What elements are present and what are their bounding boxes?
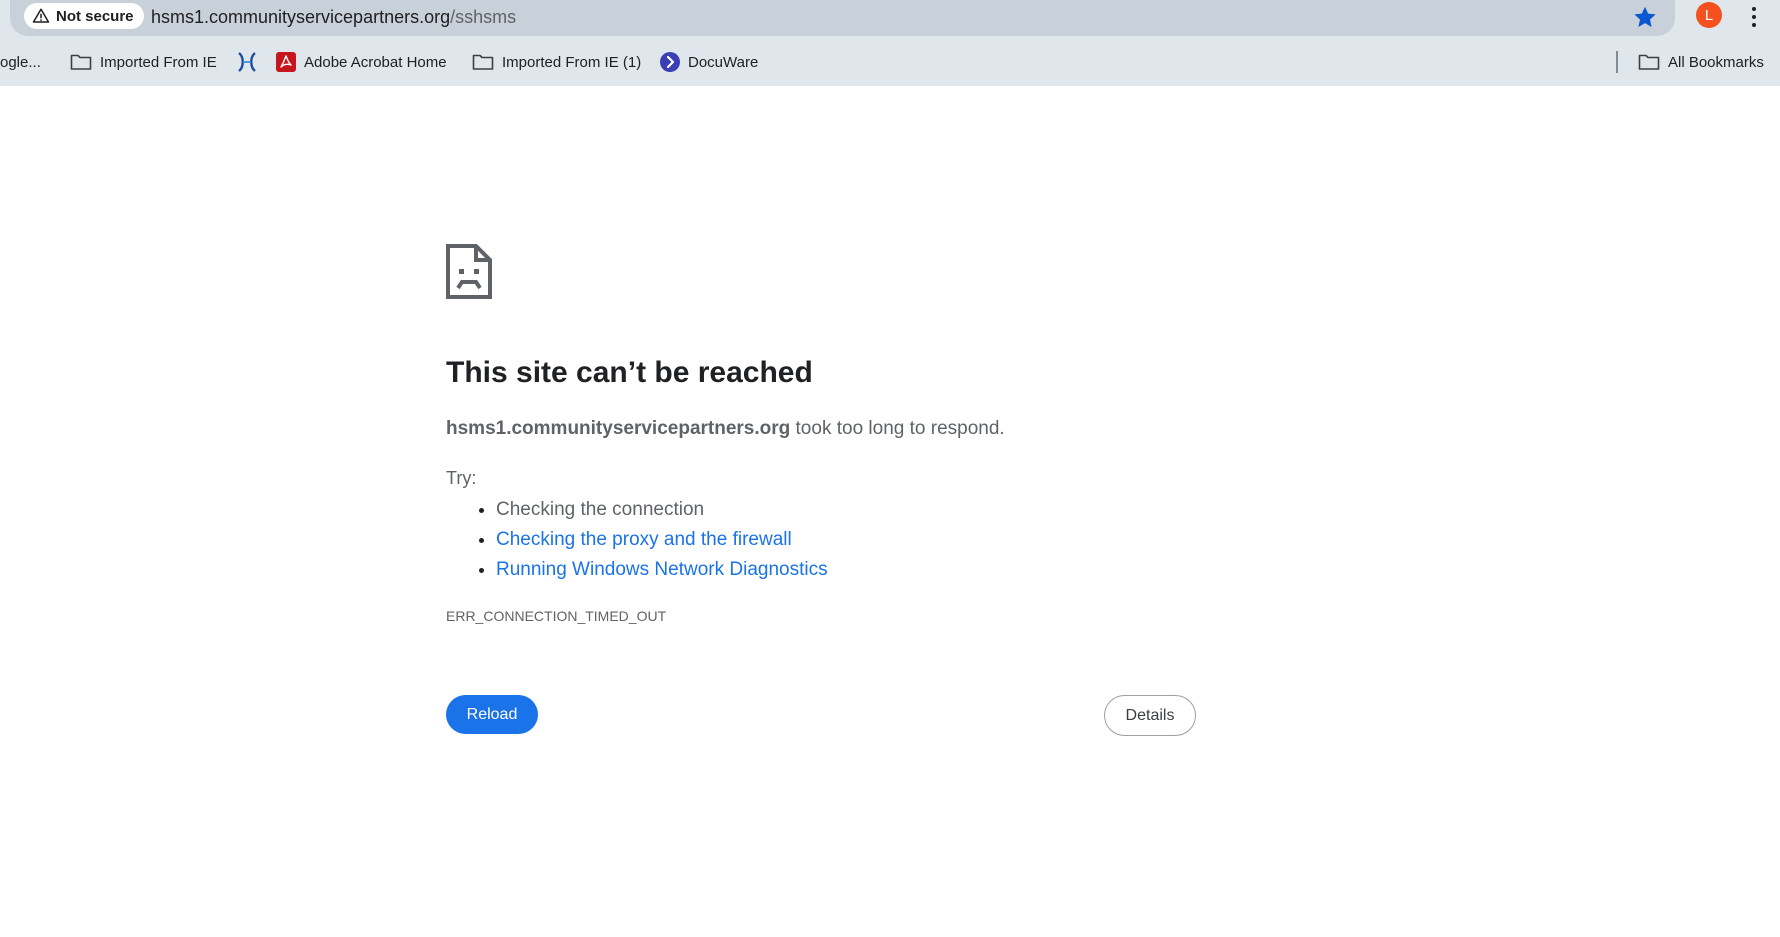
bookmark-label: Imported From IE (1) xyxy=(502,53,642,71)
warning-triangle-icon xyxy=(32,8,50,23)
browser-toolbar: Not secure hsms1.communityservicepartner… xyxy=(0,0,1780,86)
folder-icon xyxy=(70,54,92,70)
list-item: Running Windows Network Diagnostics xyxy=(496,555,828,585)
try-label: Try: xyxy=(446,468,477,488)
error-code: ERR_CONNECTION_TIMED_OUT xyxy=(446,608,667,624)
star-icon[interactable] xyxy=(1632,4,1658,30)
all-bookmarks-label: All Bookmarks xyxy=(1668,53,1764,71)
bookmark-google[interactable]: ogle... xyxy=(0,50,41,74)
address-bar[interactable]: Not secure hsms1.communityservicepartner… xyxy=(10,0,1675,36)
sad-page-icon xyxy=(446,244,492,299)
security-chip[interactable]: Not secure xyxy=(24,3,144,29)
suggestions-list: Checking the connection Checking the pro… xyxy=(446,495,828,585)
suggestion-proxy-firewall-link[interactable]: Checking the proxy and the firewall xyxy=(496,529,792,550)
bookmark-folder-imported-from-ie[interactable]: Imported From IE xyxy=(70,50,217,74)
bookmark-adobe-acrobat-home[interactable]: Adobe Acrobat Home xyxy=(276,50,447,74)
bookmark-folder-imported-from-ie-1[interactable]: Imported From IE (1) xyxy=(472,50,641,74)
error-message: took too long to respond. xyxy=(790,418,1005,439)
list-item: Checking the proxy and the firewall xyxy=(496,525,828,555)
folder-icon xyxy=(472,54,494,70)
bookmark-docuware[interactable]: DocuWare xyxy=(660,50,758,74)
adobe-acrobat-icon xyxy=(276,52,296,72)
bookmark-label: Adobe Acrobat Home xyxy=(304,53,447,71)
bookmark-label: DocuWare xyxy=(688,53,759,71)
bookmarks-divider xyxy=(1616,51,1618,73)
details-button[interactable]: Details xyxy=(1104,695,1196,736)
reload-button[interactable]: Reload xyxy=(446,695,538,734)
docuware-icon xyxy=(660,52,680,72)
folder-icon xyxy=(1638,54,1660,70)
security-label: Not secure xyxy=(56,7,134,25)
url-text[interactable]: hsms1.communityservicepartners.org/sshsm… xyxy=(151,7,516,28)
page-title: This site can’t be reached xyxy=(446,356,813,389)
list-item: Checking the connection xyxy=(496,495,828,525)
bookmark-label: Imported From IE xyxy=(100,53,217,71)
three-dot-menu-icon[interactable] xyxy=(1744,4,1764,30)
url-path: /sshsms xyxy=(450,7,517,27)
error-description: hsms1.communityservicepartners.org took … xyxy=(446,418,1005,440)
url-host: hsms1.communityservicepartners.org xyxy=(151,7,451,27)
suggestion-network-diagnostics-link[interactable]: Running Windows Network Diagnostics xyxy=(496,559,828,580)
profile-avatar[interactable]: L xyxy=(1696,2,1722,28)
x-logo-icon xyxy=(238,52,256,72)
suggestion-check-connection: Checking the connection xyxy=(496,499,705,520)
error-host: hsms1.communityservicepartners.org xyxy=(446,418,791,439)
bookmark-label: ogle... xyxy=(0,53,41,71)
all-bookmarks-button[interactable]: All Bookmarks xyxy=(1638,50,1764,74)
bookmark-x-logo[interactable] xyxy=(236,50,266,74)
